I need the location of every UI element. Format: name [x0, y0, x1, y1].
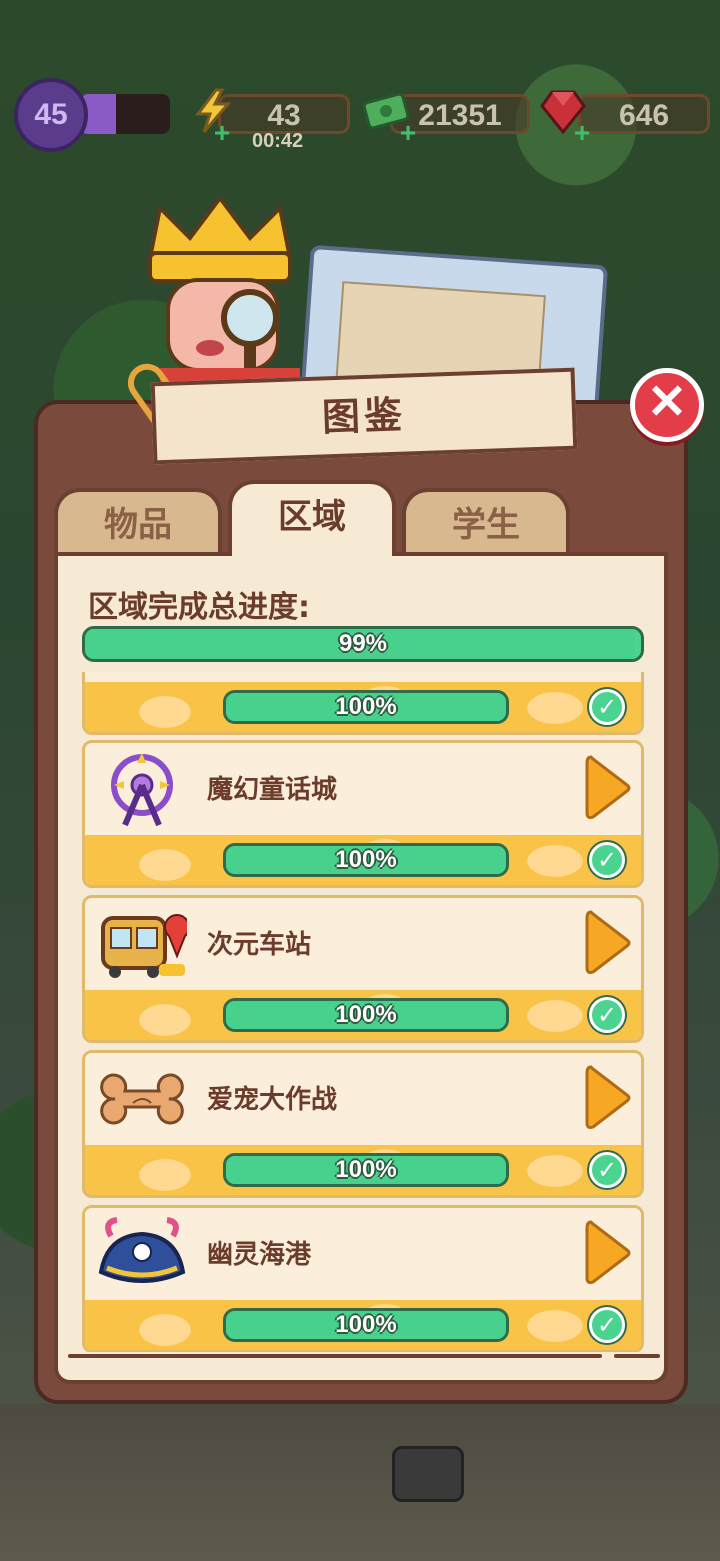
add-cash-button[interactable]: +	[396, 119, 420, 147]
top-hud: 45 43 + 00:42 21351 + 646 +	[0, 78, 720, 158]
energy-counter: 43	[218, 94, 350, 134]
panel-title-banner: 图鉴	[150, 367, 578, 465]
area-progress-text: 100%	[335, 1001, 397, 1028]
area-progress-bar: 100%	[223, 843, 509, 877]
area-name: 爱宠大作战	[207, 1085, 338, 1115]
total-progress-label: 区域完成总进度:	[88, 590, 310, 625]
area-progress-text: 100%	[335, 1156, 397, 1183]
check-icon: ✓	[589, 689, 625, 725]
detective-mascot-illustration	[140, 194, 300, 398]
level-badge[interactable]: 45	[14, 78, 88, 152]
tab-students[interactable]: 学生	[402, 488, 570, 554]
area-name: 次元车站	[207, 930, 312, 960]
scroll-track	[68, 1354, 602, 1358]
area-progress-bar: 100%	[223, 998, 509, 1032]
area-card-pet-battle[interactable]: 爱宠大作战 100% ✓	[82, 1050, 644, 1198]
scrollbar-thumb[interactable]	[614, 1354, 660, 1358]
area-card[interactable]: 100% ✓	[82, 672, 644, 735]
area-name: 幽灵海港	[207, 1240, 312, 1270]
area-progress-bar: 100%	[223, 1308, 509, 1342]
area-card-dimension-station[interactable]: 次元车站 100% ✓	[82, 895, 644, 1043]
check-icon: ✓	[589, 1152, 625, 1188]
arrow-right-icon[interactable]	[583, 908, 631, 978]
pirate-hat-icon	[97, 1216, 187, 1294]
close-button[interactable]: ✕	[630, 368, 704, 442]
area-list[interactable]: 100% ✓ 魔幻童话城 100% ✓ 次元车站 100% ✓ 爱宠大作战 10…	[82, 672, 644, 1352]
close-icon: ✕	[646, 376, 688, 429]
arrow-right-icon[interactable]	[583, 1218, 631, 1288]
arrow-right-icon[interactable]	[583, 1063, 631, 1133]
area-progress-text: 100%	[335, 1311, 397, 1338]
level-progress-bar	[80, 94, 170, 134]
area-progress-text: 100%	[335, 693, 397, 720]
security-camera-illustration	[392, 1446, 464, 1502]
arrow-right-icon[interactable]	[583, 753, 631, 823]
background-scene	[0, 1404, 720, 1561]
check-icon: ✓	[589, 1307, 625, 1343]
tab-areas[interactable]: 区域	[228, 480, 396, 556]
energy-timer: 00:42	[252, 130, 304, 152]
area-list-container: 区域完成总进度: 99% 100% ✓ 魔幻童话城 100% ✓ 次元车站 10…	[54, 552, 668, 1384]
panel-title: 图鉴	[321, 392, 407, 440]
tab-items[interactable]: 物品	[54, 488, 222, 554]
ferris-wheel-icon	[97, 751, 187, 829]
add-gems-button[interactable]: +	[570, 119, 594, 147]
check-icon: ✓	[589, 997, 625, 1033]
gems-counter: 646	[578, 94, 710, 134]
total-progress-bar: 99%	[82, 626, 644, 662]
bone-icon	[97, 1061, 187, 1139]
area-name: 魔幻童话城	[207, 775, 338, 805]
area-progress-bar: 100%	[223, 1153, 509, 1187]
area-card-ghost-harbor[interactable]: 幽灵海港 100% ✓	[82, 1205, 644, 1352]
area-progress-text: 100%	[335, 846, 397, 873]
train-icon	[97, 906, 190, 984]
area-card-magic-fairytale-city[interactable]: 魔幻童话城 100% ✓	[82, 740, 644, 888]
total-progress-text: 99%	[338, 630, 388, 657]
area-progress-bar: 100%	[223, 690, 509, 724]
check-icon: ✓	[589, 842, 625, 878]
add-energy-button[interactable]: +	[210, 119, 234, 147]
